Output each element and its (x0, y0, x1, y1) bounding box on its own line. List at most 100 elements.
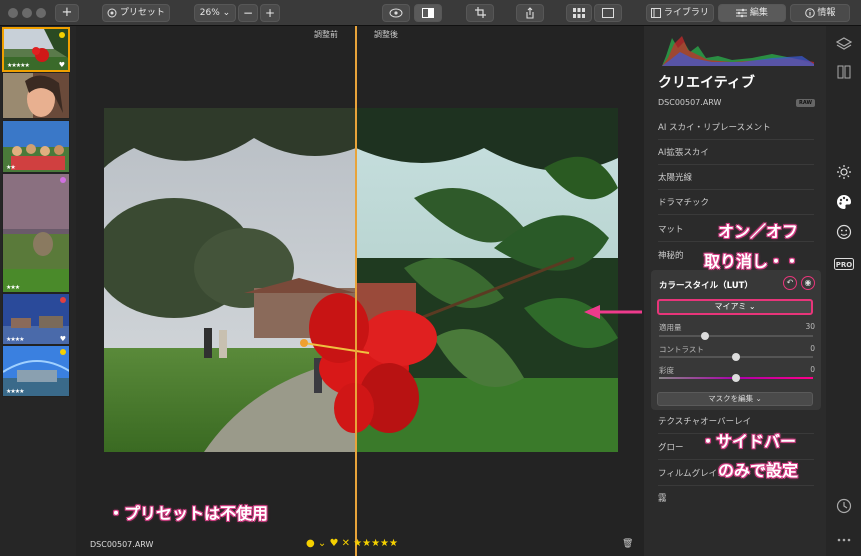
zoom-dropdown[interactable]: 26% ⌄ (194, 4, 236, 22)
toolbar: + プリセット 26% ⌄ − + ライブラリ 編集 情報 (0, 0, 861, 26)
annotation-arrow-icon (584, 305, 642, 319)
photo-image (104, 108, 618, 452)
thumbnail-stars: ★★★ (6, 284, 20, 291)
annotation-sidebar-2: のみで設定 (718, 457, 798, 481)
zoom-value: 26% (199, 8, 220, 18)
tool-dramatic[interactable]: ドラマチック (658, 191, 814, 215)
share-icon (526, 6, 534, 19)
crop-icon (474, 7, 486, 18)
saturation-label: 彩度 (659, 366, 674, 375)
annotation-preset-text: ・プリセットは不使用 (108, 504, 269, 523)
close-window-button[interactable] (8, 8, 18, 18)
contrast-label: コントラスト (659, 345, 704, 354)
saturation-value: 0 (810, 365, 815, 374)
thumbnail-image (3, 174, 69, 292)
tool-ai-sky-replacement[interactable]: AI スカイ・リプレースメント (658, 116, 814, 140)
tab-info[interactable]: 情報 (790, 4, 850, 22)
tool-sunrays[interactable]: 太陽光線 (658, 166, 814, 190)
undo-icon[interactable]: ↶ (783, 276, 797, 290)
grid-view-button[interactable] (566, 4, 592, 22)
preset-button[interactable]: プリセット (102, 4, 170, 22)
compare-split-handle[interactable] (355, 26, 357, 556)
slider-knob[interactable] (701, 332, 710, 340)
chevron-down-icon: ⌄ (222, 8, 231, 18)
before-label: 調整前 (314, 30, 338, 39)
adjust-icon[interactable] (836, 64, 852, 80)
zoom-in-button[interactable]: + (260, 4, 280, 22)
filmstrip: ★★★★★ ♥ ★★ ★★★ ★★★★ ♥ ★★★★ (0, 26, 76, 556)
amount-slider[interactable] (659, 332, 813, 340)
zoom-out-button[interactable]: − (238, 4, 258, 22)
thumbnail-image (3, 73, 69, 118)
rating-controls[interactable]: ● ⌄ ♥ ✕ ★★★★★ (306, 538, 398, 549)
history-clock-icon[interactable] (836, 498, 852, 514)
after-label: 調整後 (374, 30, 398, 39)
zoom-window-button[interactable] (36, 8, 46, 18)
annotation-sidebar-1: ・サイドバー (700, 428, 796, 452)
preset-label: プリセット (119, 8, 165, 18)
svg-text:PRO: PRO (836, 261, 853, 269)
sun-icon[interactable] (836, 164, 852, 180)
lut-select[interactable]: マイアミ ⌄ (657, 299, 813, 315)
eye-icon (389, 8, 403, 17)
tab-edit-label: 編集 (749, 8, 768, 18)
color-tag-dot (60, 297, 66, 303)
tool-ai-sky-enhancer[interactable]: AI拡張スカイ (658, 141, 814, 165)
amount-label: 適用量 (659, 323, 682, 332)
thumbnail-stars: ★★ (6, 164, 16, 171)
tab-info-label: 情報 (817, 8, 836, 18)
preset-icon (107, 8, 117, 17)
thumbnail-6[interactable]: ★★★★ (2, 345, 70, 397)
lut-title: カラースタイル（LUT） (659, 281, 753, 291)
raw-badge: RAW (796, 99, 816, 107)
minimize-window-button[interactable] (22, 8, 32, 18)
color-tag-dot (59, 32, 65, 38)
annotation-preset: ・プリセットは不使用 (108, 500, 268, 524)
tool-category-bar: PRO (826, 26, 861, 556)
toggle-eye-icon[interactable]: ◉ (801, 276, 815, 290)
color-style-lut-panel: カラースタイル（LUT） ↶ ◉ マイアミ ⌄ 適用量 30 コントラスト 0 … (651, 270, 821, 410)
histogram (662, 28, 814, 66)
slider-knob[interactable] (732, 353, 740, 361)
tab-library-label: ライブラリ (663, 8, 709, 18)
pro-icon[interactable]: PRO (834, 256, 854, 272)
eye-button[interactable] (382, 4, 410, 22)
crop-button[interactable] (466, 4, 494, 22)
thumbnail-5[interactable]: ★★★★ ♥ (2, 293, 70, 345)
layers-icon[interactable] (836, 36, 852, 52)
compare-view-button[interactable] (414, 4, 442, 22)
photo-canvas[interactable] (104, 108, 618, 452)
thumbnail-stars: ★★★★★ (7, 62, 30, 69)
heart-icon: ♥ (58, 61, 65, 69)
portrait-face-icon[interactable] (836, 224, 852, 240)
contrast-slider[interactable] (659, 353, 813, 361)
annotation-toggle: オン／オフ (718, 218, 798, 242)
edit-mask-button[interactable]: マスクを編集 ⌄ (657, 392, 813, 406)
single-view-icon (602, 7, 614, 18)
tool-fog[interactable]: 霧 (658, 487, 814, 511)
add-button[interactable]: + (55, 4, 79, 22)
share-button[interactable] (516, 4, 544, 22)
color-tag-dropdown[interactable]: ● ⌄ ♥ ✕ ★★★★★ (306, 538, 398, 549)
single-view-button[interactable] (594, 4, 622, 22)
sliders-icon (736, 8, 748, 17)
slider-knob[interactable] (732, 374, 740, 382)
tab-edit[interactable]: 編集 (718, 4, 786, 22)
thumbnail-3[interactable]: ★★ (2, 120, 70, 173)
thumbnail-1[interactable]: ★★★★★ ♥ (2, 27, 70, 72)
amount-value: 30 (805, 322, 815, 331)
annotation-undo-text: 取り消し・・ (704, 252, 801, 271)
saturation-slider[interactable] (659, 374, 813, 382)
thumbnail-2[interactable] (2, 72, 70, 119)
tab-library[interactable]: ライブラリ (646, 4, 714, 22)
thumbnail-4[interactable]: ★★★ (2, 173, 70, 293)
annotation-sidebar-2-text: のみで設定 (718, 461, 799, 480)
palette-icon[interactable] (836, 194, 852, 210)
annotation-sidebar-1-text: ・サイドバー (700, 432, 797, 451)
trash-icon[interactable]: 🗑 (622, 539, 633, 549)
color-tag-dot (60, 349, 66, 355)
more-icon[interactable] (836, 532, 852, 548)
thumbnail-stars: ★★★★ (6, 336, 24, 343)
split-view-icon (422, 7, 434, 18)
annotation-undo: 取り消し・・ (704, 248, 800, 272)
